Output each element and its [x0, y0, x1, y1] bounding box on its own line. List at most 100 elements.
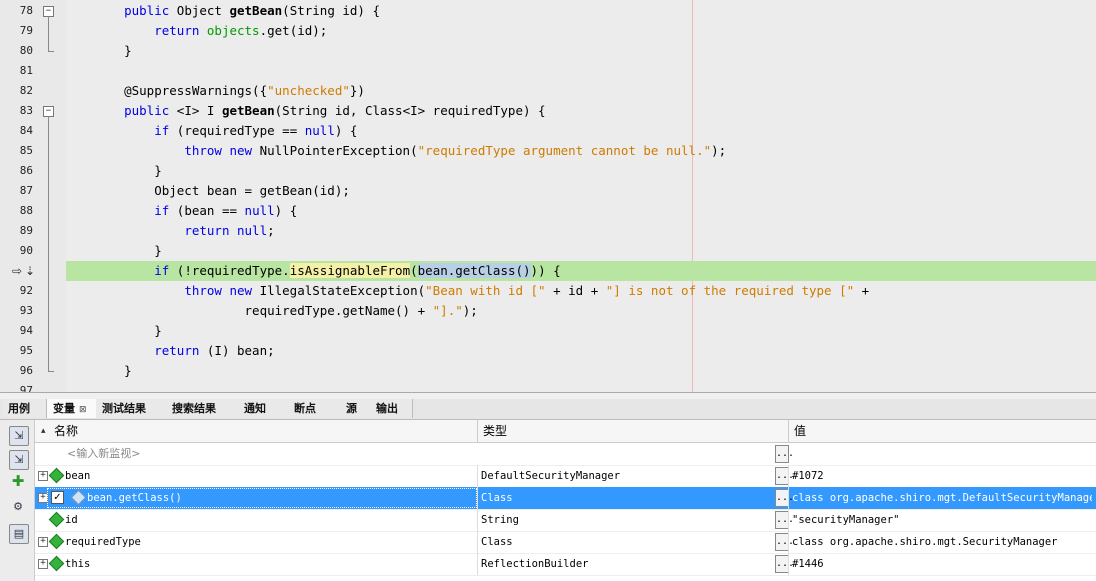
tab-label: 变量	[53, 402, 75, 415]
edit-value-button[interactable]: ...	[775, 555, 794, 573]
new-watch-placeholder[interactable]: <输入新监视>	[67, 443, 140, 465]
tab-7[interactable]: 输出	[370, 399, 413, 418]
variable-value[interactable]: class org.apache.shiro.mgt.SecurityManag…	[792, 531, 1092, 553]
line-number-row[interactable]: 80	[0, 41, 66, 61]
expand-icon[interactable]: +	[38, 537, 48, 547]
code-line[interactable]: }	[66, 321, 1096, 341]
variable-value[interactable]: #1446	[792, 553, 1092, 575]
column-header-value[interactable]: 值	[794, 420, 806, 442]
line-number-row[interactable]: 94	[0, 321, 66, 341]
code-text: return objects.get(id);	[154, 23, 328, 38]
code-line[interactable]	[66, 61, 1096, 81]
tab-4[interactable]: 通知	[238, 399, 289, 418]
expand-icon[interactable]: +	[38, 559, 48, 569]
variable-value[interactable]: class org.apache.shiro.mgt.DefaultSecuri…	[792, 487, 1092, 509]
variable-value[interactable]: #1072	[792, 465, 1092, 487]
local-variable-icon	[48, 533, 65, 550]
line-number-row[interactable]: 84	[0, 121, 66, 141]
line-number: 83	[19, 104, 33, 117]
line-number-row[interactable]: 85	[0, 141, 66, 161]
expand-icon[interactable]: +	[38, 471, 48, 481]
variable-settings-icon[interactable]: ⚙	[9, 498, 27, 516]
line-number-row[interactable]: 81	[0, 61, 66, 81]
add-watch-icon[interactable]: ✚	[9, 472, 27, 490]
tab-3[interactable]: 搜索结果	[166, 399, 239, 418]
column-divider[interactable]	[788, 420, 789, 442]
line-number-row[interactable]: 88	[0, 201, 66, 221]
code-line[interactable]: return objects.get(id);	[66, 21, 1096, 41]
code-line[interactable]: return null;	[66, 221, 1096, 241]
close-icon[interactable]: ⊠	[79, 405, 87, 415]
line-number-row[interactable]: 82	[0, 81, 66, 101]
code-line[interactable]: throw new IllegalStateException("Bean wi…	[66, 281, 1096, 301]
line-number-row[interactable]: 89	[0, 221, 66, 241]
code-line[interactable]: requiredType.getName() + "].");	[66, 301, 1096, 321]
code-line[interactable]: Object bean = getBean(id);	[66, 181, 1096, 201]
code-text: throw new NullPointerException("required…	[184, 143, 727, 158]
tab-label: 源	[346, 402, 357, 415]
sort-arrow-icon[interactable]: ▴	[41, 420, 46, 442]
edit-value-button[interactable]: ...	[775, 489, 794, 507]
show-static-icon[interactable]: ⇲	[9, 450, 29, 470]
variable-row[interactable]: + requiredType Class... class org.apache.sh…	[35, 531, 1096, 554]
column-header-name[interactable]: 名称	[54, 420, 78, 442]
tab-6[interactable]: 源	[340, 399, 371, 418]
step-filter-icon[interactable]: ⇲	[9, 426, 29, 446]
local-variable-icon	[48, 511, 65, 528]
current-debug-line[interactable]: if (!requiredType.isAssignableFrom(bean.…	[66, 261, 1096, 281]
variable-type: ReflectionBuilder	[481, 558, 589, 570]
line-number-row[interactable]: 87	[0, 181, 66, 201]
column-divider	[477, 465, 478, 487]
code-text: @SuppressWarnings({"unchecked"})	[94, 83, 365, 98]
variable-value[interactable]: "securityManager"	[792, 509, 1092, 531]
code-line[interactable]: return (I) bean;	[66, 341, 1096, 361]
code-text: return (I) bean;	[154, 343, 275, 358]
edit-value-button[interactable]: ...	[775, 445, 794, 463]
code-line[interactable]: public <I> I getBean(String id, Class<I>…	[66, 101, 1096, 121]
line-number-row[interactable]: 95	[0, 341, 66, 361]
new-watch-row[interactable]: <输入新监视>...	[35, 443, 1096, 466]
code-line[interactable]: if (requiredType == null) {	[66, 121, 1096, 141]
line-number-row[interactable]: 90	[0, 241, 66, 261]
tab-5[interactable]: 断点	[288, 399, 341, 418]
code-area[interactable]: public Object getBean(String id) { retur…	[66, 0, 1096, 392]
code-editor[interactable]: 78− 79 80 81 82 83− 84 85 86 87 88 89 90 ⇨ ⇣ 92 93 94 95 96…	[0, 0, 1096, 392]
variable-row[interactable]: id String... "securityManager"	[35, 509, 1096, 532]
toggle-columns-icon[interactable]: ▤	[9, 524, 29, 544]
line-number-row[interactable]: 86	[0, 161, 66, 181]
code-text: requiredType.getName() + "].");	[94, 303, 478, 318]
column-divider	[788, 531, 789, 553]
tab-2[interactable]: 测试结果	[96, 399, 167, 418]
code-line[interactable]: if (bean == null) {	[66, 201, 1096, 221]
line-number-row[interactable]: 83−	[0, 101, 66, 121]
code-line[interactable]: }	[66, 241, 1096, 261]
variable-row[interactable]: + bean DefaultSecurityManager... #1072	[35, 465, 1096, 488]
edit-value-button[interactable]: ...	[775, 533, 794, 551]
code-line[interactable]: }	[66, 161, 1096, 181]
tab-0[interactable]: 用例	[2, 399, 47, 418]
code-line[interactable]: }	[66, 41, 1096, 61]
line-number-row[interactable]: ⇨ ⇣	[0, 261, 66, 281]
code-line[interactable]: throw new NullPointerException("required…	[66, 141, 1096, 161]
column-divider[interactable]	[477, 420, 478, 442]
line-number: 81	[19, 64, 33, 77]
line-number-row[interactable]: 96	[0, 361, 66, 381]
code-text: }	[94, 363, 132, 378]
column-header-type[interactable]: 类型	[483, 420, 507, 442]
edit-value-button[interactable]: ...	[775, 511, 794, 529]
tab-1[interactable]: 变量 ⊠	[46, 399, 98, 418]
line-number-row[interactable]: 79	[0, 21, 66, 41]
variable-type: Class	[481, 492, 513, 504]
line-number-row[interactable]: 78−	[0, 1, 66, 21]
line-number-row[interactable]: 97	[0, 381, 66, 392]
line-number-row[interactable]: 92	[0, 281, 66, 301]
code-line[interactable]: public Object getBean(String id) {	[66, 1, 1096, 21]
edit-value-button[interactable]: ...	[775, 467, 794, 485]
column-divider	[477, 509, 478, 531]
code-line[interactable]	[66, 381, 1096, 392]
code-line[interactable]: }	[66, 361, 1096, 381]
variable-row[interactable]: + this ReflectionBuilder... #1446	[35, 553, 1096, 576]
variable-row[interactable]: + ✓ bean.getClass() Class... class org.apach…	[35, 487, 1096, 510]
line-number-row[interactable]: 93	[0, 301, 66, 321]
code-line[interactable]: @SuppressWarnings({"unchecked"})	[66, 81, 1096, 101]
